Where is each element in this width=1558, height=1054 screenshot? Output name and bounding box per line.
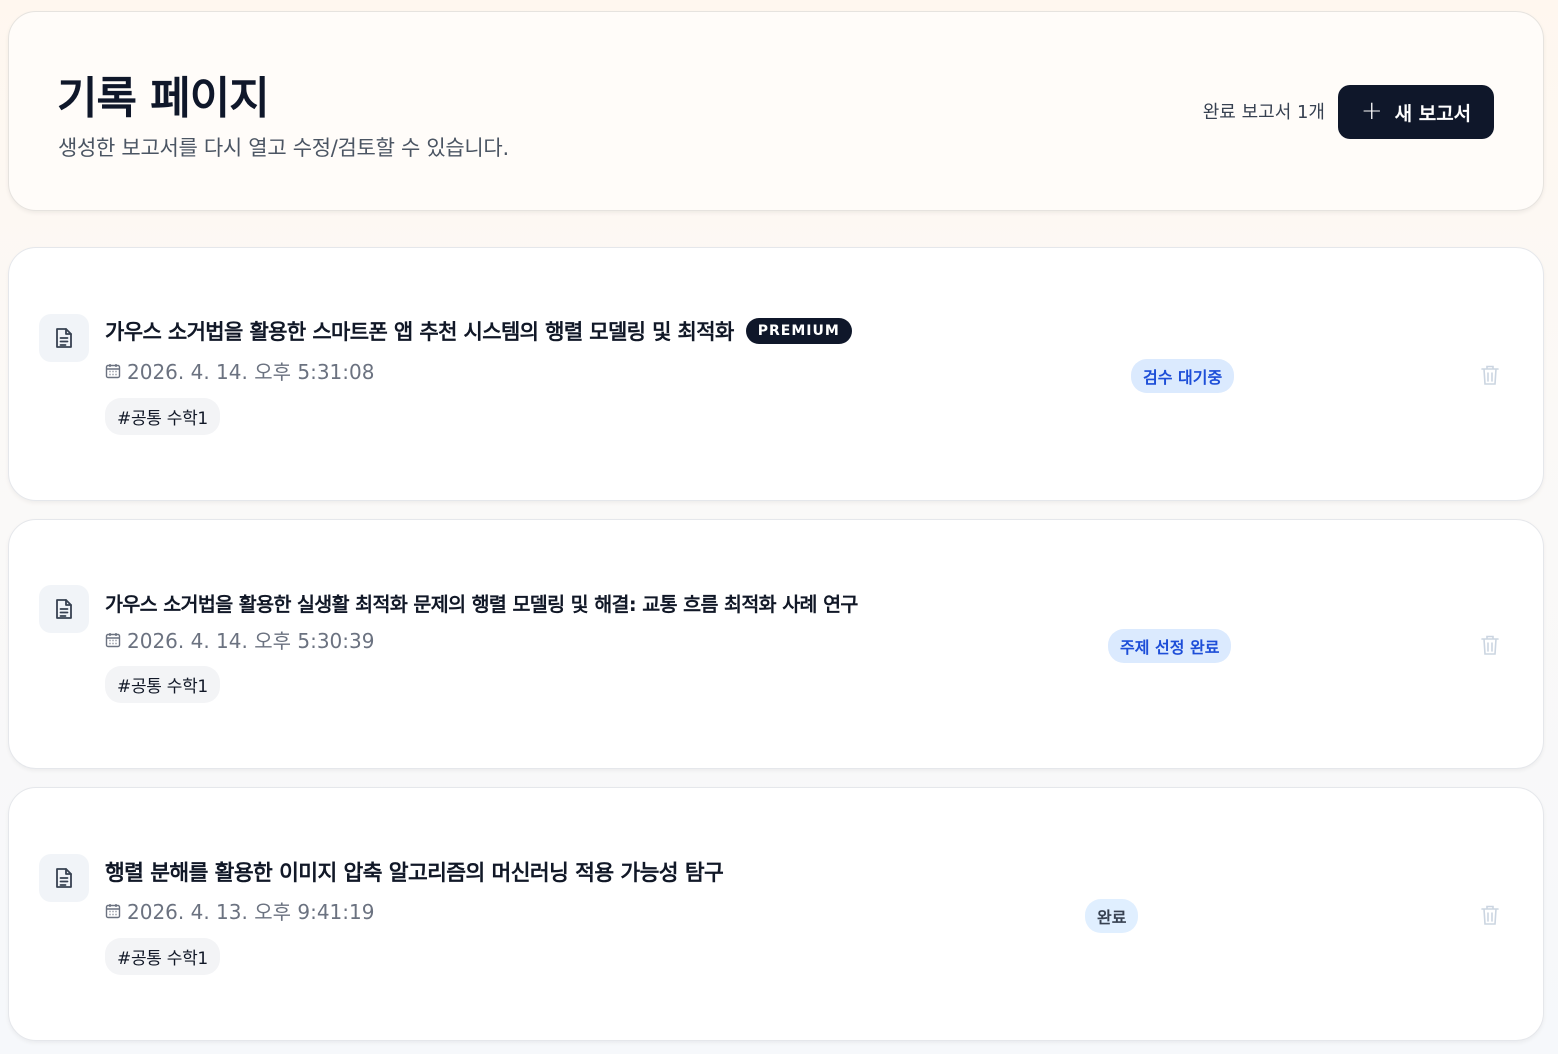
trash-icon[interactable] (1477, 901, 1503, 929)
report-card[interactable]: 가우스 소거법을 활용한 실생활 최적화 문제의 행렬 모델링 및 해결: 교통… (8, 519, 1544, 769)
report-date: 2026. 4. 14. 오후 5:30:39 (105, 625, 374, 654)
report-date: 2026. 4. 14. 오후 5:31:08 (105, 356, 374, 385)
calendar-icon (105, 632, 121, 647)
report-title-text: 가우스 소거법을 활용한 실생활 최적화 문제의 행렬 모델링 및 해결: 교통… (105, 593, 858, 616)
calendar-icon (105, 363, 121, 378)
header-card: 기록 페이지 생성한 보고서를 다시 열고 수정/검토할 수 있습니다. 완료 … (8, 11, 1544, 211)
subject-tag: #공통 수학1 (105, 398, 220, 435)
trash-icon[interactable] (1477, 631, 1503, 659)
report-card[interactable]: 행렬 분해를 활용한 이미지 압축 알고리즘의 머신러닝 적용 가능성 탐구 2… (8, 787, 1544, 1041)
status-badge: 완료 (1085, 899, 1139, 933)
subject-tag: #공통 수학1 (105, 666, 220, 703)
page-title: 기록 페이지 (57, 73, 270, 124)
report-date: 2026. 4. 13. 오후 9:41:19 (105, 896, 374, 925)
page-subtitle: 생성한 보고서를 다시 열고 수정/검토할 수 있습니다. (58, 136, 509, 160)
trash-icon[interactable] (1477, 361, 1503, 389)
report-date-text: 2026. 4. 14. 오후 5:31:08 (127, 360, 375, 384)
new-report-button[interactable]: + 새 보고서 (1338, 85, 1494, 139)
report-title: 가우스 소거법을 활용한 스마트폰 앱 추천 시스템의 행렬 모델링 및 최적화… (105, 316, 852, 346)
records-page: 기록 페이지 생성한 보고서를 다시 열고 수정/검토할 수 있습니다. 완료 … (0, 0, 1558, 1054)
report-title-text: 가우스 소거법을 활용한 스마트폰 앱 추천 시스템의 행렬 모델링 및 최적화 (105, 320, 734, 344)
document-icon (39, 314, 89, 362)
report-title: 가우스 소거법을 활용한 실생활 최적화 문제의 행렬 모델링 및 해결: 교통… (105, 588, 858, 617)
document-icon (39, 854, 89, 902)
report-title: 행렬 분해를 활용한 이미지 압축 알고리즘의 머신러닝 적용 가능성 탐구 (105, 856, 724, 887)
calendar-icon (105, 903, 121, 918)
status-badge: 주제 선정 완료 (1108, 629, 1232, 663)
new-report-label: 새 보고서 (1394, 102, 1472, 125)
report-card[interactable]: 가우스 소거법을 활용한 스마트폰 앱 추천 시스템의 행렬 모델링 및 최적화… (8, 247, 1544, 501)
status-badge: 검수 대기중 (1131, 359, 1235, 393)
report-date-text: 2026. 4. 14. 오후 5:30:39 (127, 629, 375, 653)
premium-badge: PREMIUM (745, 318, 852, 344)
document-icon (39, 585, 89, 633)
subject-tag: #공통 수학1 (105, 938, 220, 975)
report-date-text: 2026. 4. 13. 오후 9:41:19 (127, 900, 375, 924)
completed-report-count: 완료 보고서 1개 (1202, 102, 1325, 123)
plus-icon: + (1360, 95, 1383, 126)
report-title-text: 행렬 분해를 활용한 이미지 압축 알고리즘의 머신러닝 적용 가능성 탐구 (105, 861, 724, 886)
